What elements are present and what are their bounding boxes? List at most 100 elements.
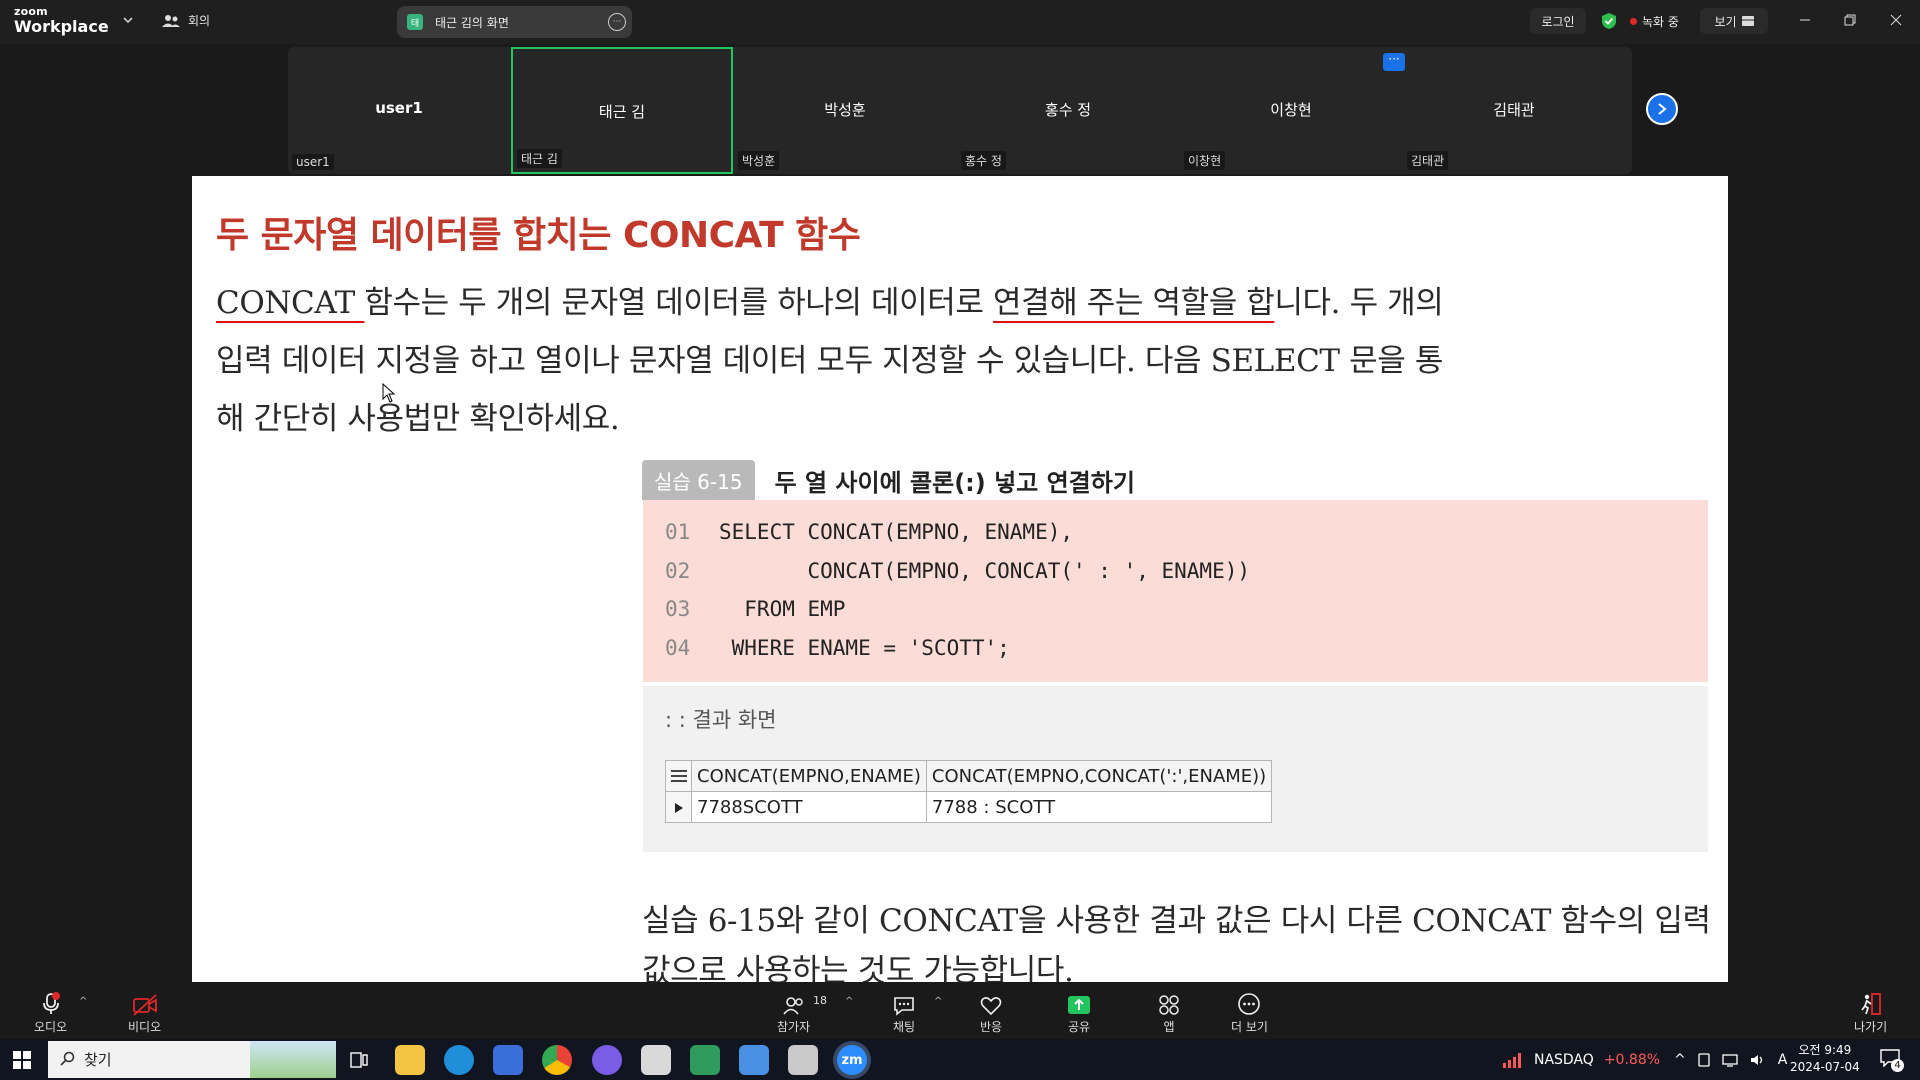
participant-tile[interactable]: 이창현 이창현 xyxy=(1180,47,1402,174)
participant-caption: user1 xyxy=(292,154,334,170)
audio-label: 오디오 xyxy=(34,1020,68,1034)
code-text: CONCAT(EMPNO, CONCAT(' : ', ENAME)) xyxy=(719,558,1251,583)
grid-view-icon xyxy=(1741,16,1754,26)
share-title: 태근 김의 화면 xyxy=(435,15,509,30)
more-dots-icon xyxy=(1237,990,1261,1016)
column-header: CONCAT(EMPNO,ENAME) xyxy=(691,760,927,792)
volume-icon[interactable] xyxy=(1750,1053,1766,1067)
store-icon[interactable] xyxy=(493,1045,523,1075)
video-label: 비디오 xyxy=(128,1020,162,1034)
logo-top-text: zoom xyxy=(14,5,48,18)
result-label: : : 결과 화면 xyxy=(665,708,777,732)
zoom-app-icon[interactable]: zm xyxy=(837,1045,867,1075)
edge-browser-icon[interactable] xyxy=(444,1045,474,1075)
stock-change: +0.88% xyxy=(1603,1051,1661,1068)
following-paragraph: 실습 6-15와 같이 CONCAT을 사용한 결과 값은 다시 다른 CONC… xyxy=(642,903,1711,982)
chat-icon xyxy=(893,990,915,1016)
login-button[interactable]: 로그인 xyxy=(1530,8,1586,34)
zoom-title-bar: zoom Workplace 회의 태 태근 김의 화면 ··· 로그인 녹화 … xyxy=(0,0,1920,44)
participants-options-caret-icon[interactable]: ^ xyxy=(845,996,853,1007)
apps-button[interactable]: 앱 xyxy=(1158,990,1180,1035)
view-button[interactable]: 보기 xyxy=(1700,8,1768,34)
discord-icon[interactable] xyxy=(592,1045,622,1075)
more-options-icon[interactable]: ··· xyxy=(608,13,626,31)
sharer-avatar-icon: 태 xyxy=(407,14,423,30)
ime-indicator[interactable]: A xyxy=(1778,1052,1788,1068)
record-dot-icon xyxy=(1630,17,1637,25)
notification-center-icon[interactable]: 4 xyxy=(1880,1049,1904,1072)
recording-indicator[interactable]: 녹화 중 xyxy=(1630,8,1694,34)
notepad-icon[interactable] xyxy=(641,1045,671,1075)
network-icon[interactable] xyxy=(1722,1053,1738,1067)
participant-tile[interactable]: 김태관 김태관 xyxy=(1403,47,1625,174)
meeting-controls-bar: 오디오 ^ 비디오 참가자 18 ^ 채팅 ^ 반응 공유 앱 더 보기 나가기 xyxy=(0,982,1920,1039)
screen-share-indicator[interactable]: 태 태근 김의 화면 ··· xyxy=(397,6,632,38)
participant-tile[interactable]: 홍수 정 홍수 정 xyxy=(957,47,1179,174)
row-pointer-icon xyxy=(665,791,692,823)
system-clock[interactable]: 오전 9:49 2024-07-04 xyxy=(1790,1042,1860,1076)
database-app-icon[interactable] xyxy=(788,1045,818,1075)
tile-more-icon[interactable]: ··· xyxy=(1383,53,1405,71)
search-icon xyxy=(60,1051,75,1066)
clock-time: 오전 9:49 xyxy=(1798,1043,1852,1057)
section-title: 두 문자열 데이터를 합치는 CONCAT 함수 xyxy=(216,215,861,256)
participant-strip: user1 user1 태근 김 태근 김 박성훈 박성훈 홍수 정 홍수 정 … xyxy=(288,47,1632,174)
participant-tile[interactable]: user1 user1 xyxy=(288,47,510,174)
leave-button[interactable]: 나가기 xyxy=(1854,990,1887,1035)
table-row: 7788SCOTT 7788 : SCOTT xyxy=(665,791,1273,823)
zoom-logo[interactable]: zoom Workplace xyxy=(14,6,109,35)
participants-button[interactable]: 참가자 xyxy=(777,990,810,1035)
code-line: 03 FROM EMP xyxy=(665,597,1708,636)
minimize-icon[interactable] xyxy=(1795,10,1815,30)
participants-label: 참가자 xyxy=(777,1020,811,1034)
reactions-button[interactable]: 반응 xyxy=(980,990,1002,1035)
code-text: WHERE ENAME = 'SCOTT'; xyxy=(719,635,1010,660)
chevron-down-icon[interactable] xyxy=(122,14,134,26)
grid-menu-icon xyxy=(665,760,692,792)
windows-taskbar: 찾기 zm NASDAQ +0.88% ^ A 오전 9:49 2024-07-… xyxy=(0,1039,1920,1080)
close-icon[interactable] xyxy=(1886,10,1906,30)
share-screen-button[interactable]: 공유 xyxy=(1067,990,1091,1035)
people-icon xyxy=(162,14,180,27)
taskbar-search-box[interactable]: 찾기 xyxy=(48,1041,336,1078)
participant-name: user1 xyxy=(375,99,423,117)
share-screen-icon xyxy=(1067,990,1091,1016)
stock-widget[interactable]: NASDAQ +0.88% xyxy=(1502,1039,1660,1080)
participant-caption: 태근 김 xyxy=(517,149,562,168)
next-page-arrow-icon[interactable] xyxy=(1646,93,1678,125)
underlined-term: CONCAT xyxy=(216,285,365,321)
clock-date: 2024-07-04 xyxy=(1790,1060,1860,1074)
tray-chevron-up-icon[interactable]: ^ xyxy=(1674,1052,1686,1068)
apps-icon xyxy=(1158,990,1180,1016)
shared-screen-content: 두 문자열 데이터를 합치는 CONCAT 함수 CONCAT 함수는 두 개의… xyxy=(192,176,1728,982)
chrome-icon[interactable] xyxy=(542,1045,572,1075)
paint-app-icon[interactable] xyxy=(739,1045,769,1075)
logo-bottom-text: Workplace xyxy=(14,17,109,36)
audio-options-caret-icon[interactable]: ^ xyxy=(79,996,87,1007)
windows-start-icon[interactable] xyxy=(13,1051,31,1073)
device-icon[interactable] xyxy=(1698,1052,1710,1067)
chat-label: 채팅 xyxy=(893,1020,916,1034)
media-app-icon[interactable] xyxy=(690,1045,720,1075)
example-badge: 실습 6-15 xyxy=(642,460,755,500)
meeting-button[interactable]: 회의 xyxy=(162,12,210,29)
security-shield-icon[interactable] xyxy=(1594,8,1624,34)
participant-tile[interactable]: 박성훈 박성훈 xyxy=(734,47,956,174)
recording-label: 녹화 중 xyxy=(1642,14,1679,29)
chat-button[interactable]: 채팅 xyxy=(893,990,915,1035)
task-view-icon[interactable] xyxy=(344,1045,374,1075)
participant-tile-active-speaker[interactable]: 태근 김 태근 김 xyxy=(511,47,733,174)
participant-name: 태근 김 xyxy=(598,103,646,121)
chat-options-caret-icon[interactable]: ^ xyxy=(934,996,942,1007)
leave-icon xyxy=(1859,990,1883,1016)
file-explorer-icon[interactable] xyxy=(395,1045,425,1075)
system-tray: ^ A xyxy=(1674,1039,1787,1080)
restore-icon[interactable] xyxy=(1840,10,1860,30)
audio-button[interactable]: 오디오 xyxy=(34,990,67,1035)
result-table: CONCAT(EMPNO,ENAME) CONCAT(EMPNO,CONCAT(… xyxy=(665,760,1273,823)
more-button[interactable]: 더 보기 xyxy=(1231,990,1268,1035)
column-header: CONCAT(EMPNO,CONCAT(':',ENAME)) xyxy=(925,760,1273,792)
code-line: 04 WHERE ENAME = 'SCOTT'; xyxy=(665,636,1708,675)
code-line: 02 CONCAT(EMPNO, CONCAT(' : ', ENAME)) xyxy=(665,559,1708,598)
video-button[interactable]: 비디오 xyxy=(128,990,161,1035)
